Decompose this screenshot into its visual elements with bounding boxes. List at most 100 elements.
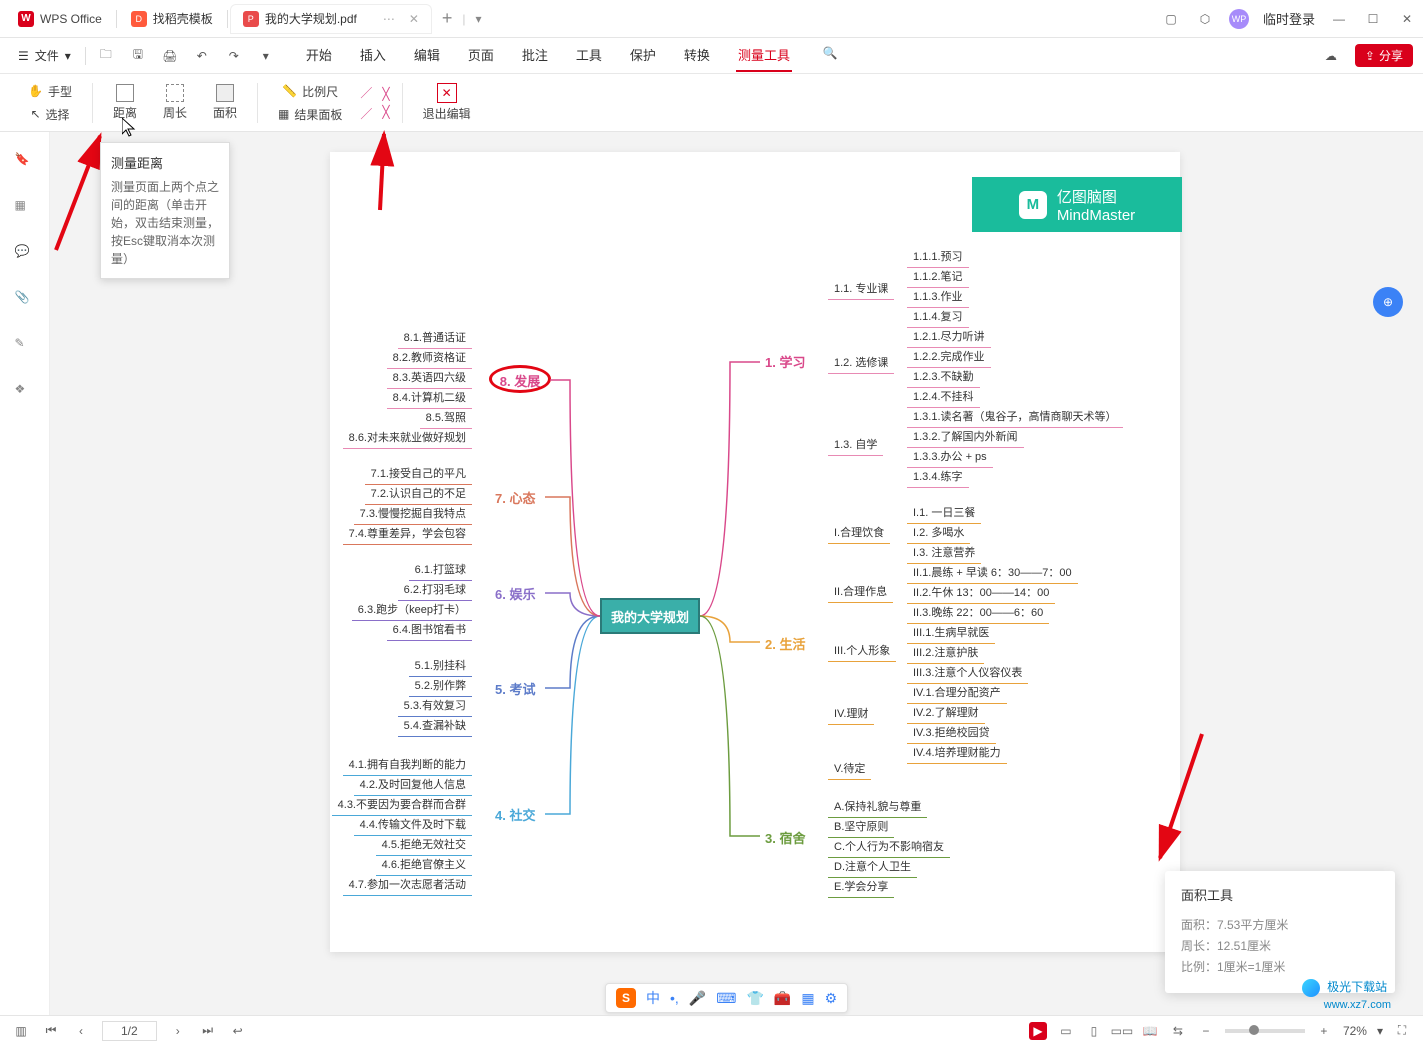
fullscreen-icon[interactable]: ⛶ [1393, 1022, 1411, 1040]
thumbnails-toggle-icon[interactable]: ▥ [12, 1022, 30, 1040]
floating-action-button[interactable]: ⊕ [1373, 287, 1403, 317]
search-icon[interactable]: 🔍 [816, 39, 844, 67]
ime-lang[interactable]: 中 [646, 988, 660, 1008]
save-icon[interactable]: 🖫 [124, 42, 152, 70]
line-style-4-icon[interactable]: ╳ [382, 105, 389, 119]
area-tool[interactable]: 面积 [205, 82, 245, 123]
menubar: ☰ 文件 ▾ 🗀 🖫 🖨 ↶ ↷ ▾ 开始 插入 编辑 页面 批注 工具 保护 … [0, 38, 1423, 74]
fit-width-icon[interactable]: ⇆ [1169, 1022, 1187, 1040]
menu-tab-protect[interactable]: 保护 [628, 39, 658, 72]
annotation-arrow-3 [1140, 728, 1210, 868]
ime-mic-icon[interactable]: 🎤 [689, 990, 706, 1007]
page-indicator[interactable]: 1/2 [102, 1021, 157, 1041]
menu-tab-tools[interactable]: 工具 [574, 39, 604, 72]
minimize-button[interactable]: — [1329, 9, 1349, 29]
node-leaf: 1.3.1.读名著（鬼谷子，高情商聊天术等） [909, 406, 1121, 426]
template-icon: D [131, 11, 147, 27]
tab-menu-icon[interactable]: ⋯ [383, 12, 395, 26]
open-icon[interactable]: 🗀 [92, 42, 120, 70]
cube-icon[interactable]: ⬡ [1195, 9, 1215, 29]
tab-active-document[interactable]: P 我的大学规划.pdf ⋯ ✕ [230, 4, 432, 34]
signature-icon[interactable]: ✎ [15, 336, 35, 356]
distance-tool[interactable]: 距离 [105, 82, 145, 123]
menu-tab-annotate[interactable]: 批注 [520, 39, 550, 72]
select-tool[interactable]: ↖选择 [26, 104, 73, 125]
popup-ratio: 比例：1厘米=1厘米 [1181, 958, 1379, 975]
zoom-out-icon[interactable]: − [1197, 1022, 1215, 1040]
result-panel-tool[interactable]: ▦结果面板 [274, 104, 346, 125]
bookmark-icon[interactable]: 🔖 [15, 152, 35, 172]
ruler-label: 比例尺 [302, 83, 338, 100]
close-tab-icon[interactable]: ✕ [409, 12, 419, 26]
node-leaf: II.1.晨练 + 早读 6：30——7：00 [909, 562, 1076, 582]
view-single-icon[interactable]: ▭ [1057, 1022, 1075, 1040]
exit-edit-button[interactable]: ✕ 退出编辑 [415, 81, 479, 124]
login-label[interactable]: 临时登录 [1263, 9, 1315, 28]
more-dropdown[interactable]: ▾ [252, 42, 280, 70]
node-leaf: 1.1. 专业课 [830, 278, 892, 298]
watermark: 极光下载站 www.xz7.com [1302, 978, 1391, 1011]
tab-wps-home[interactable]: W WPS Office [6, 4, 114, 34]
print-icon[interactable]: 🖨 [156, 42, 184, 70]
share-button[interactable]: ⇪ 分享 [1355, 44, 1413, 67]
tab-template[interactable]: D 找稻壳模板 [119, 4, 225, 34]
ruler-tool[interactable]: 📏比例尺 [278, 81, 342, 102]
close-window-button[interactable]: ✕ [1397, 9, 1417, 29]
ribbon-toolbar: ✋手型 ↖选择 距离 周长 面积 📏比例尺 ▦结果面板 ／ ／ ╳ ╳ ✕ 退出… [0, 74, 1423, 132]
ime-skin-icon[interactable]: 👕 [746, 990, 763, 1007]
view-book-icon[interactable]: 📖 [1141, 1022, 1159, 1040]
table-icon: ▦ [278, 107, 289, 121]
file-menu[interactable]: ☰ 文件 ▾ [10, 47, 79, 64]
zoom-slider[interactable] [1225, 1029, 1305, 1033]
maximize-button[interactable]: ☐ [1363, 9, 1383, 29]
pdf-page: M 亿图脑图 MindMaster 我的大学规划 1. 学习 2. 生活 3. … [330, 152, 1180, 952]
menu-tab-convert[interactable]: 转换 [682, 39, 712, 72]
node-leaf: E.学会分享 [830, 876, 892, 896]
attachment-icon[interactable]: 📎 [15, 290, 35, 310]
redo-icon[interactable]: ↷ [220, 42, 248, 70]
ime-keyboard-icon[interactable]: ⌨ [716, 990, 736, 1007]
thumbnail-icon[interactable]: ▦ [15, 198, 35, 218]
line-style-2-icon[interactable]: ╳ [382, 87, 389, 101]
undo-icon[interactable]: ↶ [188, 42, 216, 70]
jump-icon[interactable]: ↩ [229, 1022, 247, 1040]
node-leaf: 1.3.4.练字 [909, 466, 967, 486]
next-page-icon[interactable]: › [169, 1022, 187, 1040]
menu-tab-measure[interactable]: 测量工具 [736, 39, 792, 72]
user-avatar[interactable]: WP [1229, 9, 1249, 29]
window-layout-icon[interactable]: ▢ [1161, 9, 1181, 29]
play-slideshow-icon[interactable]: ▶ [1029, 1022, 1047, 1040]
ime-settings-icon[interactable]: ⚙ [825, 990, 838, 1007]
menu-tab-start[interactable]: 开始 [304, 39, 334, 72]
new-tab-button[interactable]: + [432, 8, 463, 29]
view-facing-icon[interactable]: ▭▭ [1113, 1022, 1131, 1040]
tab-list-dropdown[interactable]: ▾ [466, 12, 492, 26]
tab-separator [227, 10, 228, 28]
comment-icon[interactable]: 💬 [15, 244, 35, 264]
chevron-down-icon[interactable]: ▾ [1377, 1024, 1383, 1038]
last-page-icon[interactable]: ⏭ [199, 1022, 217, 1040]
first-page-icon[interactable]: ⏮ [42, 1022, 60, 1040]
line-style-1-icon[interactable]: ／ [360, 84, 372, 101]
perimeter-tool[interactable]: 周长 [155, 82, 195, 123]
cloud-icon[interactable]: ☁ [1317, 42, 1345, 70]
node-leaf: 4.7.参加一次志愿者活动 [345, 874, 470, 894]
ime-punct-icon[interactable]: •, [670, 990, 679, 1006]
node-leaf: 1.1.3.作业 [909, 286, 967, 306]
view-continuous-icon[interactable]: ▯ [1085, 1022, 1103, 1040]
zoom-value[interactable]: 72% [1343, 1024, 1367, 1038]
zoom-in-icon[interactable]: + [1315, 1022, 1333, 1040]
tab-label: WPS Office [40, 12, 102, 26]
ime-grid-icon[interactable]: ▦ [801, 990, 814, 1007]
prev-page-icon[interactable]: ‹ [72, 1022, 90, 1040]
ime-toolbar[interactable]: S 中 •, 🎤 ⌨ 👕 🧰 ▦ ⚙ [605, 983, 848, 1013]
layers-icon[interactable]: ❖ [15, 382, 35, 402]
hand-tool[interactable]: ✋手型 [24, 81, 76, 102]
menu-tab-edit[interactable]: 编辑 [412, 39, 442, 72]
node-leaf: II.3.晚练 22：00——6：60 [909, 602, 1047, 622]
node-leaf: 5.1.别挂科 [411, 655, 470, 675]
ime-toolbox-icon[interactable]: 🧰 [774, 990, 791, 1007]
menu-tab-page[interactable]: 页面 [466, 39, 496, 72]
menu-tab-insert[interactable]: 插入 [358, 39, 388, 72]
line-style-3-icon[interactable]: ／ [360, 105, 372, 122]
